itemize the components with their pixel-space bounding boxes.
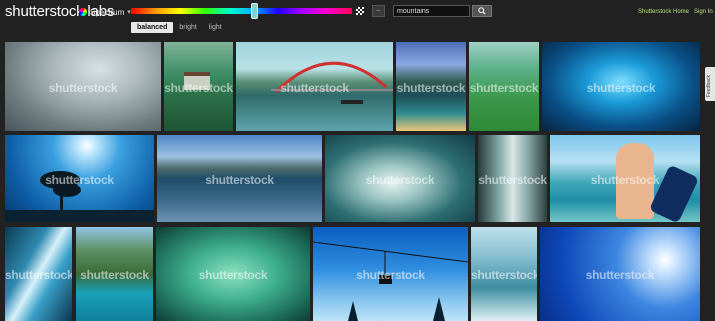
watermark: shutterstock [586,81,656,96]
spectrum-label: Spectrum [90,7,125,17]
image-underwater-blue-light[interactable]: shutterstock [542,42,700,131]
logo-main: shutterstock [5,3,84,20]
watermark: shutterstock [585,268,655,283]
tab-light[interactable]: light [203,22,228,33]
top-bar: shutterstock labs Spectrum ▾ – Shutterst… [0,0,715,38]
sign-in-link[interactable]: Sign In [694,9,713,15]
watermark: shutterstock [80,268,149,283]
watermark: shutterstock [280,81,349,96]
spectrum-dropdown[interactable]: Spectrum ▾ [79,6,131,18]
watermark: shutterstock [164,81,233,96]
watermark: shutterstock [205,173,274,188]
color-wheel-icon [79,8,87,16]
watermark: shutterstock [365,173,435,188]
image-waterfall-cliff-blue[interactable]: shutterstock [5,227,72,321]
image-green-hill-pagoda[interactable]: shutterstock [164,42,233,131]
search-input[interactable] [393,5,470,17]
adjust-button[interactable]: – [372,5,385,17]
watermark: shutterstock [45,173,114,188]
image-river-arch-bridge[interactable]: shutterstock [236,42,393,131]
image-white-blossoms-teal[interactable]: shutterstock [325,135,475,222]
image-lake-birds-mountains[interactable]: shutterstock [157,135,322,222]
watermark: shutterstock [5,268,72,283]
tab-balanced[interactable]: balanced [131,22,174,33]
search-icon [478,7,486,15]
watermark: shutterstock [469,81,539,96]
hue-slider-track[interactable] [131,8,352,14]
tab-bright[interactable]: bright [173,22,203,33]
image-mountain-lake-sunset[interactable]: shutterstock [396,42,466,131]
watermark: shutterstock [478,173,547,188]
brightness-tabs: balanced bright light [131,22,228,33]
image-snow-forest-stream[interactable]: shutterstock [471,227,537,321]
image-green-moss-rock[interactable]: shutterstock [156,227,310,321]
feedback-tab[interactable]: Feedback [705,67,715,101]
watermark: shutterstock [48,81,118,96]
shutterstock-home-link[interactable]: Shutterstock Home [638,9,689,15]
search-button[interactable] [472,5,492,17]
image-karst-islands-sea[interactable]: shutterstock [76,227,153,321]
adjust-icon: – [376,7,381,14]
image-cable-car-blue-sky[interactable]: shutterstock [313,227,468,321]
watermark: shutterstock [471,268,537,283]
watermark: shutterstock [396,81,466,96]
hue-slider-handle[interactable] [251,3,258,19]
feedback-label: Feedback [706,75,712,97]
image-misty-gray-forest[interactable]: shutterstock [5,42,161,131]
image-green-hills-meadow[interactable]: shutterstock [469,42,539,131]
image-waterfall-rocks[interactable]: shutterstock [478,135,547,222]
image-blue-sky-sun[interactable]: shutterstock [540,227,700,321]
watermark: shutterstock [590,173,660,188]
transparency-toggle-icon[interactable] [356,7,364,15]
watermark: shutterstock [198,268,268,283]
image-lone-tree-blue-sky[interactable]: shutterstock [5,135,154,222]
image-snorkel-couple-beach[interactable]: shutterstock [550,135,700,222]
watermark: shutterstock [356,268,425,283]
